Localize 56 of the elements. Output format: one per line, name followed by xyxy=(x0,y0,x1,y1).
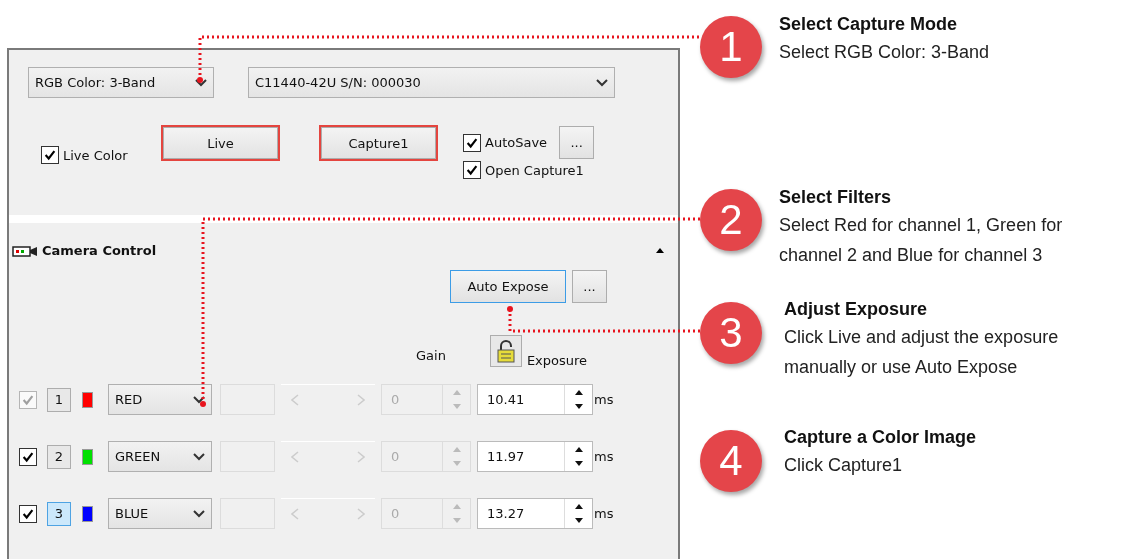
video-camera-icon xyxy=(12,244,38,257)
chevron-down-icon xyxy=(596,78,608,87)
channel-number[interactable]: 3 xyxy=(47,501,71,526)
option-label: AutoSave xyxy=(485,135,548,150)
more-button[interactable]: ... xyxy=(559,126,595,159)
checkmark-icon xyxy=(465,135,479,150)
chevron-down-icon xyxy=(195,78,207,87)
auto-expose-button[interactable]: Auto Expose xyxy=(450,270,566,303)
gain-spinner: 0 xyxy=(381,441,471,472)
gain-spinner: 0 xyxy=(381,498,471,529)
step-number-badge: 1 xyxy=(700,16,762,78)
lock-button[interactable] xyxy=(489,335,522,367)
checkbox[interactable] xyxy=(463,133,481,152)
collapse-arrow-icon[interactable] xyxy=(656,248,664,253)
step-title: Select Filters xyxy=(779,186,893,209)
checkbox[interactable] xyxy=(19,504,37,523)
channel-number[interactable]: 2 xyxy=(47,444,71,469)
checkmark-icon xyxy=(21,392,35,407)
exposure-header: Exposure xyxy=(526,353,588,368)
step-description: Click Capture1 xyxy=(784,454,904,477)
checkbox[interactable] xyxy=(19,447,37,466)
more-button[interactable]: ... xyxy=(572,270,607,303)
step-title: Select Capture Mode xyxy=(779,13,959,36)
capture-button[interactable]: Capture1 xyxy=(319,125,438,161)
option-label: Open Capture1 xyxy=(485,162,584,178)
section-title: Camera Control xyxy=(42,243,157,258)
chevron-down-icon xyxy=(193,509,205,518)
unit-label: ms xyxy=(594,506,614,521)
step-title: Adjust Exposure xyxy=(784,298,929,321)
step-description: Select RGB Color: 3-Band xyxy=(779,41,991,64)
step-description: Click Live and adjust the exposure manually or use Auto Expose xyxy=(784,326,1060,379)
exposure-spinner[interactable]: 11.97 xyxy=(477,441,593,472)
unit-label: ms xyxy=(594,449,614,464)
live-button[interactable]: Live xyxy=(161,125,280,161)
gain-spinner: 0 xyxy=(381,384,471,415)
gain-header: Gain xyxy=(416,348,446,363)
step-number-badge: 3 xyxy=(700,302,762,364)
checkmark-icon xyxy=(43,148,57,162)
checkmark-icon xyxy=(465,163,479,177)
checkbox[interactable] xyxy=(463,161,481,179)
live-color-label: Live Color xyxy=(63,147,128,163)
camera-dropdown[interactable]: C11440-42U S/N: 000030 xyxy=(248,67,615,98)
checkmark-icon xyxy=(21,449,35,464)
filter-dropdown[interactable]: BLUE xyxy=(108,498,212,529)
step-number-badge: 4 xyxy=(700,430,762,492)
chevron-down-icon xyxy=(193,452,205,461)
unit-label: ms xyxy=(594,392,614,407)
filter-dropdown[interactable]: GREEN xyxy=(108,441,212,472)
checkmark-icon xyxy=(21,506,35,521)
chevron-down-icon xyxy=(193,395,205,404)
capture-mode-dropdown[interactable]: RGB Color: 3-Band xyxy=(28,67,214,98)
exposure-spinner[interactable]: 13.27 xyxy=(477,498,593,529)
step-title: Capture a Color Image xyxy=(784,426,978,449)
checkbox[interactable] xyxy=(41,146,59,164)
step-description: Select Red for channel 1, Green for channel 2 and Blue for channel 3 xyxy=(779,214,1064,267)
step-number-badge: 2 xyxy=(700,189,762,251)
